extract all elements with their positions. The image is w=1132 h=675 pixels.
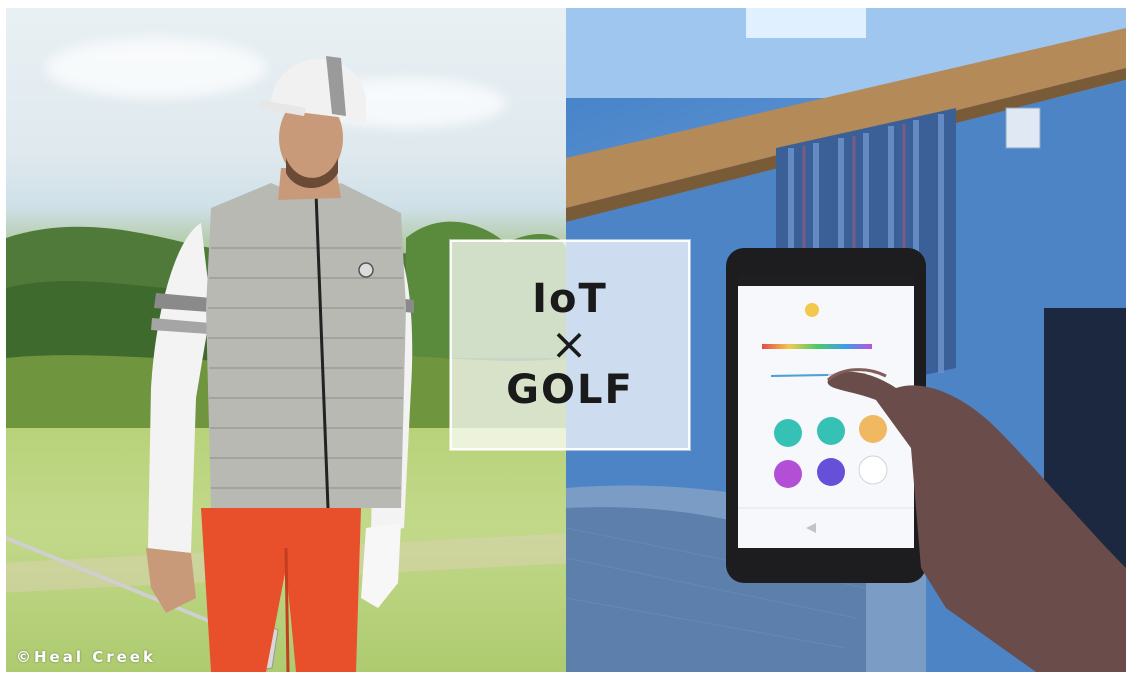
title-iot: IoT: [532, 276, 608, 323]
title-golf: GOLF: [506, 366, 634, 413]
title-overlay: IoT × GOLF: [450, 240, 690, 450]
hero-banner: ©Heal Creek IoT × GOLF: [6, 8, 1126, 672]
title-times-sign: ×: [550, 319, 590, 371]
copyright-watermark: ©Heal Creek: [16, 648, 156, 666]
